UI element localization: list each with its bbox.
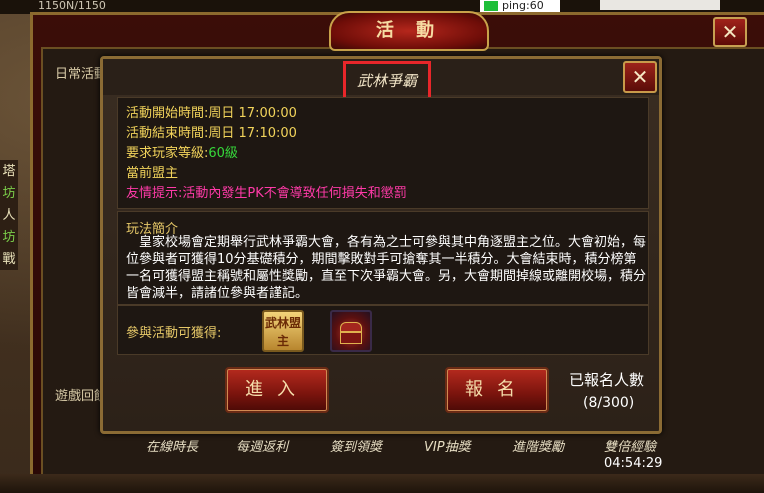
ping-text: ping:60 xyxy=(502,0,544,12)
end-time-label: 活動結束時間: xyxy=(126,126,209,141)
level-value: 60級 xyxy=(208,146,238,161)
reward-label: 參與活動可獲得: xyxy=(126,326,222,341)
tab-double-exp[interactable]: 雙倍經驗 xyxy=(604,436,656,455)
hp-readout: 1150N/1150 xyxy=(38,0,106,12)
double-exp-timer: 04:54:29 xyxy=(604,456,663,471)
reward-panel: 參與活動可獲得: 武林盟主 xyxy=(117,305,649,355)
treasure-chest-icon[interactable] xyxy=(330,310,372,352)
close-icon[interactable]: ✕ xyxy=(623,61,657,93)
end-time-row: 活動結束時間:周日 17:10:00 xyxy=(126,122,297,141)
rules-text: 皇家校場會定期舉行武林爭霸大會，各有為之士可參與其中角逐盟主之位。大會初始，每位… xyxy=(126,235,647,301)
tab-sign-in-reward[interactable]: 簽到領獎 xyxy=(330,436,382,455)
left-hud: 塔 坊 人 坊 戰 xyxy=(0,160,18,360)
tab-vip-lottery[interactable]: VIP抽獎 xyxy=(424,436,471,455)
start-time-label: 活動開始時間: xyxy=(126,106,209,121)
bottom-hud-bar xyxy=(0,474,764,493)
hud-label[interactable]: 人 xyxy=(0,204,18,226)
level-requirement-row: 要求玩家等級:60級 xyxy=(126,142,238,161)
signup-count: (8/300) xyxy=(583,395,635,411)
tab-advance-reward[interactable]: 進階獎勵 xyxy=(512,436,564,455)
hud-label[interactable]: 戰 xyxy=(0,248,18,270)
tab-online-time[interactable]: 在線時長 xyxy=(146,436,198,455)
activity-window-title: 活 動 xyxy=(329,11,489,51)
start-time-row: 活動開始時間:周日 17:00:00 xyxy=(126,102,297,121)
chest-lid xyxy=(340,322,362,332)
enter-button[interactable]: 進入 xyxy=(225,367,329,413)
level-label: 要求玩家等級: xyxy=(126,146,209,161)
start-time-value: 周日 17:00:00 xyxy=(208,106,297,121)
signal-icon xyxy=(484,1,498,11)
rules-panel[interactable]: 玩法簡介 皇家校場會定期舉行武林爭霸大會，各有為之士可參與其中角逐盟主之位。大會… xyxy=(117,211,649,305)
top-right-status xyxy=(600,0,720,10)
pk-warning: 友情提示:活動內發生PK不會導致任何損失和懲罰 xyxy=(126,186,407,201)
hud-label[interactable]: 坊 xyxy=(0,182,18,204)
dialog-title: 武林爭霸 xyxy=(343,61,431,101)
signup-button[interactable]: 報名 xyxy=(445,367,549,413)
wulin-dialog: 武林爭霸 ✕ 活動開始時間:周日 17:00:00 活動結束時間:周日 17:1… xyxy=(100,56,662,434)
activity-tabs: 在線時長 每週返利 簽到領獎 VIP抽獎 進階獎勵 雙倍經驗 xyxy=(140,436,680,456)
event-info-panel: 活動開始時間:周日 17:00:00 活動結束時間:周日 17:10:00 要求… xyxy=(117,97,649,209)
leader-title-book-icon[interactable]: 武林盟主 xyxy=(262,310,304,352)
signup-count-label: 已報名人數 xyxy=(569,371,645,389)
chest-body xyxy=(340,332,362,344)
tab-weekly-rebate[interactable]: 每週返利 xyxy=(236,436,288,455)
hud-label[interactable]: 塔 xyxy=(0,160,18,182)
hud-label[interactable]: 坊 xyxy=(0,226,18,248)
ping-indicator: ping:60 xyxy=(480,0,560,12)
end-time-value: 周日 17:10:00 xyxy=(208,126,297,141)
current-leader-label: 當前盟主 xyxy=(126,166,179,181)
close-icon[interactable]: ✕ xyxy=(713,17,747,47)
